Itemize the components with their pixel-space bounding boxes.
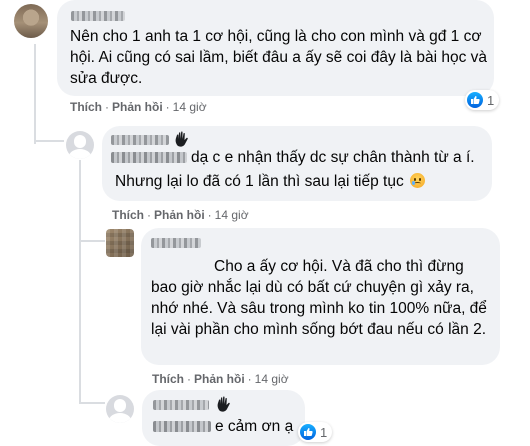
reply-link[interactable]: Phản hồi xyxy=(154,208,205,222)
avatar[interactable] xyxy=(66,131,94,159)
comment-actions: Thích · Phản hồi · 14 giờ xyxy=(112,208,249,222)
reaction-count: 1 xyxy=(320,424,328,440)
comment-text-line-2: Nhưng lại lo đã có 1 lần thì sau lại tiế… xyxy=(115,171,493,192)
avatar[interactable] xyxy=(106,395,134,423)
commenter-name-blurred[interactable] xyxy=(111,135,169,145)
reaction-badge[interactable]: 1 xyxy=(465,90,500,110)
like-link[interactable]: Thích xyxy=(112,208,144,222)
comment-bubble: dạ c e nhận thấy dc sự chân thành từ a í… xyxy=(102,126,492,201)
comment-text-line-1: Cho a ấy cơ hội. Và đã cho thì đừng xyxy=(214,258,464,275)
thread-line-branch-1 xyxy=(34,140,64,142)
timestamp[interactable]: 14 giờ xyxy=(255,372,289,386)
separator-dot: · xyxy=(247,372,252,386)
reply-link[interactable]: Phản hồi xyxy=(112,100,163,114)
like-icon xyxy=(467,92,483,108)
separator-dot: · xyxy=(147,208,151,222)
comment-text-line-1: e cảm ơn ạ xyxy=(153,416,293,437)
reply-link[interactable]: Phản hồi xyxy=(194,372,245,386)
commenter-name-blurred[interactable] xyxy=(151,238,201,248)
thread-line-main xyxy=(34,44,36,144)
sad-emoji-icon xyxy=(410,173,425,188)
commenter-name-blurred[interactable] xyxy=(71,11,125,21)
thread-line-branch-3 xyxy=(79,402,105,404)
timestamp[interactable]: 14 giờ xyxy=(173,100,207,114)
thread-line-branch-2 xyxy=(79,240,105,242)
tagged-name-blurred[interactable] xyxy=(153,421,211,433)
separator-dot: · xyxy=(165,100,170,114)
separator-dot: · xyxy=(207,208,212,222)
commenter-name-blurred[interactable] xyxy=(153,400,209,410)
comment-text: Nên cho 1 anh ta 1 cơ hội, cũng là cho c… xyxy=(70,28,488,87)
comment-actions: Thích · Phản hồi · 14 giờ xyxy=(152,372,289,386)
comment-text-line-1: dạ c e nhận thấy dc sự chân thành từ a í… xyxy=(111,147,489,168)
tagged-name-blurred[interactable] xyxy=(111,152,187,164)
top-fan-badge-icon xyxy=(216,396,232,418)
reaction-badge[interactable]: 1 xyxy=(298,422,333,442)
like-icon xyxy=(300,424,316,440)
avatar[interactable] xyxy=(106,229,134,257)
comment-text: bao giờ nhắc lại dù có bất cứ chuyện gì … xyxy=(151,279,487,338)
comment-bubble: e cảm ơn ạ xyxy=(142,390,305,446)
thread-line-sub xyxy=(79,160,81,403)
like-link[interactable]: Thích xyxy=(152,372,184,386)
separator-dot: · xyxy=(105,100,109,114)
reaction-count: 1 xyxy=(487,92,495,108)
separator-dot: · xyxy=(187,372,191,386)
comment-bubble: Cho a ấy cơ hội. Và đã cho thì đừng bao … xyxy=(141,228,500,365)
comment-bubble: Nên cho 1 anh ta 1 cơ hội, cũng là cho c… xyxy=(57,0,494,96)
avatar[interactable] xyxy=(14,4,48,38)
timestamp[interactable]: 14 giờ xyxy=(215,208,249,222)
like-link[interactable]: Thích xyxy=(70,100,102,114)
comment-actions: Thích · Phản hồi · 14 giờ xyxy=(70,100,207,114)
